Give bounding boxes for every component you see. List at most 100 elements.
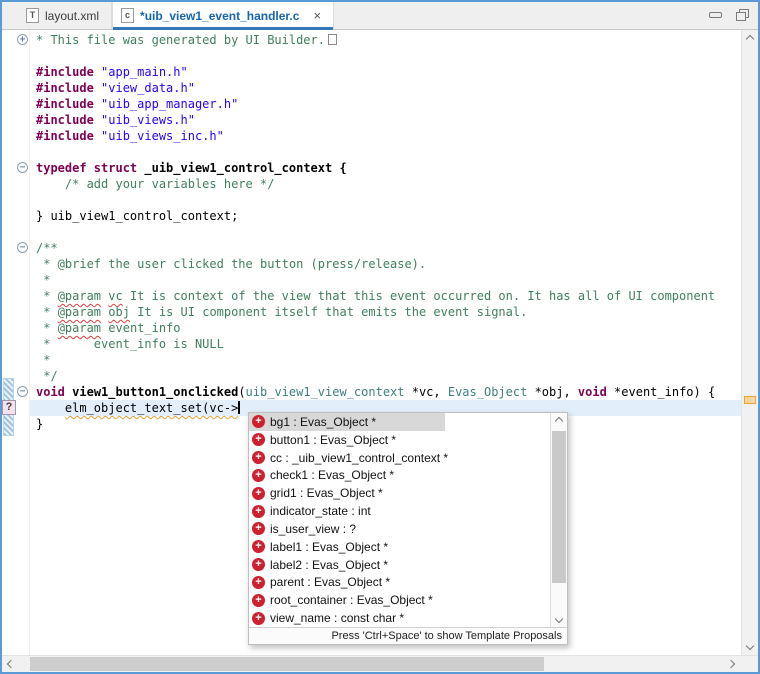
code-token: @param [58,289,101,303]
file-icon: T [26,8,39,23]
autocomplete-item[interactable]: +is_user_view : ? [249,520,550,538]
code-token: view1_button1_onclicked [72,385,238,399]
tab-label: layout.xml [45,9,99,23]
horizontal-scrollbar-thumb[interactable] [30,657,544,671]
fold-collapse-icon[interactable]: − [17,242,28,253]
code-line[interactable] [30,144,741,160]
autocomplete-item-label: check1 : Evas_Object * [270,468,394,482]
code-line[interactable]: /* add your variables here */ [30,176,741,192]
autocomplete-item[interactable]: +label1 : Evas_Object * [249,538,550,556]
code-line[interactable]: #include "uib_views.h" [30,112,741,128]
code-token: #include [36,97,94,111]
autocomplete-item-label: parent : Evas_Object * [270,575,390,589]
code-line[interactable]: void view1_button1_onclicked(uib_view1_v… [30,384,741,400]
autocomplete-item[interactable]: +view_name : const char * [249,609,550,627]
popup-scrollbar-thumb[interactable] [552,431,566,583]
text-caret [238,401,240,414]
popup-scroll-down-icon[interactable] [555,615,563,623]
autocomplete-item[interactable]: +cc : _uib_view1_control_context * [249,449,550,467]
code-line[interactable]: * [30,352,741,368]
autocomplete-item-label: view_name : const char * [270,611,404,625]
code-line[interactable]: } uib_view1_control_context; [30,208,741,224]
code-line[interactable]: * @param obj It is UI component itself t… [30,304,741,320]
field-plus-icon: + [252,469,265,482]
code-token: * [36,289,58,303]
tab-bar: Tlayout.xmlc*uib_view1_event_handler.c× [2,2,758,30]
code-line[interactable]: * @param vc It is context of the view th… [30,288,741,304]
code-line[interactable] [30,48,741,64]
code-token: * This file was generated by UI Builder. [36,33,325,47]
code-token: "view_data.h" [101,81,195,95]
code-line[interactable]: #include "view_data.h" [30,80,741,96]
autocomplete-item[interactable]: +button1 : Evas_Object * [249,431,550,449]
field-plus-icon: + [252,451,265,464]
overview-warning-marker[interactable] [744,396,756,404]
code-token [94,65,101,79]
code-line[interactable]: /** [30,240,741,256]
code-token [94,129,101,143]
autocomplete-item-label: button1 : Evas_Object * [270,433,396,447]
field-plus-icon: + [252,576,265,589]
code-token: * event_info is NULL [36,337,224,351]
code-line[interactable] [30,224,741,240]
code-token: #include [36,65,94,79]
scroll-right-icon[interactable] [727,660,735,668]
autocomplete-item[interactable]: +bg1 : Evas_Object * [249,413,550,431]
editor-tab[interactable]: Tlayout.xml [18,2,112,29]
autocomplete-item[interactable]: + check1 : Evas_Object * [249,466,550,484]
code-line[interactable]: */ [30,368,741,384]
code-line[interactable]: * @param event_info [30,320,741,336]
autocomplete-item-label: grid1 : Evas_Object * [270,486,383,500]
minimize-icon[interactable] [709,12,722,18]
code-token: Evas_Object [448,385,527,399]
fold-expand-icon[interactable]: + [17,34,28,45]
autocomplete-item[interactable]: +indicator_state : int [249,502,550,520]
field-plus-icon: + [252,415,265,428]
editor-window: Tlayout.xmlc*uib_view1_event_handler.c× … [0,0,760,674]
fold-collapse-icon[interactable]: − [17,162,28,173]
scroll-left-icon[interactable] [7,660,15,668]
fold-collapse-icon[interactable]: − [17,386,28,397]
code-token: void [578,385,607,399]
code-line[interactable]: * @brief the user clicked the button (pr… [30,256,741,272]
code-line[interactable]: * event_info is NULL [30,336,741,352]
autocomplete-item[interactable]: +label2 : Evas_Object * [249,556,550,574]
tab-close-icon[interactable]: × [313,9,321,22]
annotation-ruler: ? [2,30,16,655]
autocomplete-item-label: is_user_view : ? [270,522,356,536]
code-token: typedef struct [36,161,137,175]
autocomplete-item[interactable]: +grid1 : Evas_Object * [249,484,550,502]
code-token: *obj, [527,385,578,399]
tabs-holder: Tlayout.xmlc*uib_view1_event_handler.c× [18,2,334,29]
code-token: _uib_view1_control_context { [137,161,347,175]
autocomplete-item-label: label1 : Evas_Object * [270,540,388,554]
popup-scrollbar[interactable] [550,413,567,627]
autocomplete-item[interactable]: + parent : Evas_Object * [249,573,550,591]
code-token: #include [36,113,94,127]
code-line[interactable]: #include "uib_views_inc.h" [30,128,741,144]
code-token: "app_main.h" [101,65,188,79]
code-line[interactable]: #include "app_main.h" [30,64,741,80]
question-marker-icon[interactable]: ? [2,400,16,415]
code-token: * [36,353,50,367]
code-line[interactable]: * This file was generated by UI Builder. [30,32,741,48]
vertical-scrollbar[interactable] [741,30,758,655]
code-line[interactable]: #include "uib_app_manager.h" [30,96,741,112]
code-line[interactable]: * [30,272,741,288]
code-token: "uib_views_inc.h" [101,129,224,143]
code-line[interactable]: typedef struct _uib_view1_control_contex… [30,160,741,176]
scroll-up-icon[interactable] [746,35,754,43]
autocomplete-item[interactable]: +root_container : Evas_Object * [249,591,550,609]
code-token: "uib_app_manager.h" [101,97,238,111]
restore-icon[interactable] [736,9,748,20]
horizontal-scrollbar[interactable] [2,655,758,672]
code-token: void [36,385,65,399]
code-line[interactable] [30,192,741,208]
scroll-down-icon[interactable] [746,642,754,650]
popup-scroll-up-icon[interactable] [555,417,563,425]
collapsed-region-icon[interactable] [328,34,337,45]
code-token: */ [36,369,58,383]
autocomplete-item-label: root_container : Evas_Object * [270,593,433,607]
editor-tab[interactable]: c*uib_view1_event_handler.c× [112,2,334,29]
code-token: event_info [101,321,180,335]
